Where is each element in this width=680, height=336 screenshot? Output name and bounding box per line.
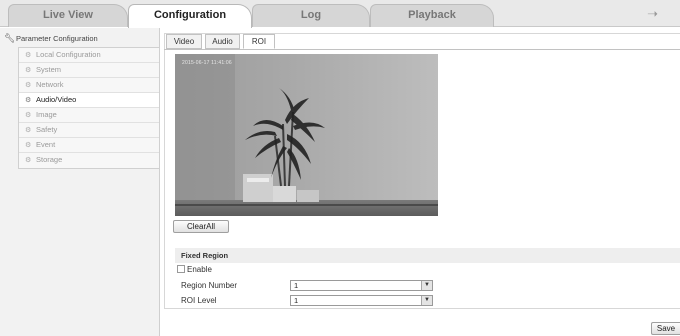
save-button[interactable]: Save bbox=[651, 322, 680, 335]
arrow-right-icon[interactable]: ➝ bbox=[647, 6, 658, 22]
tab-configuration[interactable]: Configuration bbox=[128, 4, 252, 28]
tab-audio[interactable]: Audio bbox=[205, 34, 240, 49]
sidebar-item-label: Network bbox=[36, 80, 64, 89]
sidebar-header-label: Parameter Configuration bbox=[16, 34, 98, 43]
roi-level-label: ROI Level bbox=[181, 296, 217, 305]
gear-icon: ⚙ bbox=[25, 67, 32, 74]
tab-video[interactable]: Video bbox=[166, 34, 202, 49]
chevron-down-icon[interactable]: ▼ bbox=[421, 281, 432, 290]
sidebar-menu: ⚙ Local Configuration ⚙ System ⚙ Network ⚙ A… bbox=[18, 47, 160, 169]
enable-label: Enable bbox=[187, 265, 212, 274]
tab-log[interactable]: Log bbox=[252, 4, 370, 27]
gear-icon: ⚙ bbox=[25, 82, 32, 89]
gear-icon: ⚙ bbox=[25, 142, 32, 149]
roi-level-select[interactable]: 1 ▼ bbox=[290, 295, 433, 306]
region-number-value: 1 bbox=[294, 281, 299, 290]
gear-icon: ⚙ bbox=[25, 97, 32, 104]
sidebar-item-audio-video[interactable]: ⚙ Audio/Video bbox=[19, 93, 159, 108]
tab-live-view[interactable]: Live View bbox=[8, 4, 128, 27]
video-preview[interactable]: 2015-06-17 11:41:06 bbox=[175, 54, 438, 216]
sidebar-item-label: System bbox=[36, 65, 62, 74]
sidebar-item-label: Safety bbox=[36, 125, 58, 134]
clear-all-button[interactable]: ClearAll bbox=[173, 220, 229, 233]
top-nav-bar: Live View Configuration Log Playback ➝ bbox=[0, 0, 680, 28]
region-number-label: Region Number bbox=[181, 281, 238, 290]
sidebar-header: 🔧︎Parameter Configuration bbox=[4, 31, 156, 45]
gear-icon: ⚙ bbox=[25, 112, 32, 119]
chevron-down-icon[interactable]: ▼ bbox=[421, 296, 432, 305]
sidebar-item-label: Storage bbox=[36, 155, 63, 164]
sidebar-item-image[interactable]: ⚙ Image bbox=[19, 108, 159, 123]
sidebar-item-storage[interactable]: ⚙ Storage bbox=[19, 153, 159, 168]
checkbox-box[interactable] bbox=[177, 265, 185, 273]
tab-playback[interactable]: Playback bbox=[370, 4, 494, 27]
roi-level-value: 1 bbox=[294, 296, 299, 305]
region-number-select[interactable]: 1 ▼ bbox=[290, 280, 433, 291]
sidebar-item-label: Local Configuration bbox=[36, 50, 101, 59]
gear-icon: ⚙ bbox=[25, 157, 32, 164]
wrench-icon: 🔧︎ bbox=[4, 33, 16, 43]
subtab-divider bbox=[164, 49, 680, 50]
sidebar-item-network[interactable]: ⚙ Network bbox=[19, 78, 159, 93]
sidebar: 🔧︎Parameter Configuration ⚙ Local Configu… bbox=[0, 28, 160, 336]
sidebar-item-system[interactable]: ⚙ System bbox=[19, 63, 159, 78]
gear-icon: ⚙ bbox=[25, 127, 32, 134]
sidebar-item-local-configuration[interactable]: ⚙ Local Configuration bbox=[19, 48, 159, 63]
fixed-region-header: Fixed Region bbox=[175, 248, 680, 263]
enable-checkbox[interactable]: Enable bbox=[177, 265, 212, 275]
sidebar-item-safety[interactable]: ⚙ Safety bbox=[19, 123, 159, 138]
sidebar-item-label: Audio/Video bbox=[36, 95, 77, 104]
gear-icon: ⚙ bbox=[25, 52, 32, 59]
camera-scene-image bbox=[175, 54, 438, 216]
tab-roi[interactable]: ROI bbox=[243, 34, 275, 49]
sidebar-item-label: Event bbox=[36, 140, 56, 149]
sidebar-item-label: Image bbox=[36, 110, 57, 119]
sidebar-item-event[interactable]: ⚙ Event bbox=[19, 138, 159, 153]
osd-timestamp: 2015-06-17 11:41:06 bbox=[182, 60, 232, 66]
